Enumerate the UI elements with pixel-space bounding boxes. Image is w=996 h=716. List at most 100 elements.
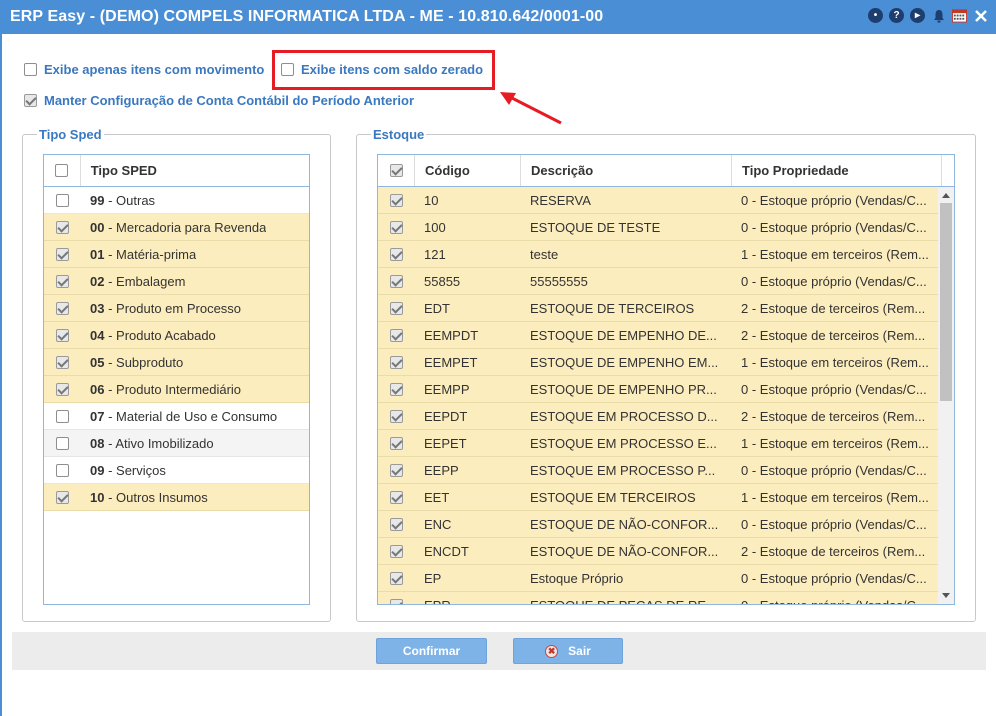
row-checkbox[interactable] [55, 463, 69, 477]
close-icon[interactable] [973, 8, 988, 23]
row-checkbox[interactable] [389, 544, 403, 558]
row-checkbox[interactable] [55, 193, 69, 207]
option-manter-config[interactable]: Manter Configuração de Conta Contábil do… [24, 93, 414, 108]
tipo-separator: - [104, 462, 117, 478]
estoque-row[interactable]: 10 RESERVA 0 - Estoque próprio (Vendas/C..… [378, 187, 954, 214]
row-checkbox[interactable] [55, 328, 69, 342]
row-checkbox[interactable] [389, 598, 403, 604]
row-checkbox[interactable] [55, 382, 69, 396]
option-movimento[interactable]: Exibe apenas itens com movimento [24, 62, 264, 77]
row-checkbox[interactable] [389, 328, 403, 342]
cell-codigo: 100 [424, 219, 446, 235]
tipo-sped-row[interactable]: 04 - Produto Acabado [44, 322, 309, 349]
row-checkbox[interactable] [389, 220, 403, 234]
tipo-sped-row[interactable]: 99 - Outras [44, 187, 309, 214]
row-checkbox[interactable] [389, 193, 403, 207]
estoque-scrollbar[interactable] [938, 187, 954, 604]
movimento-checkbox[interactable] [24, 63, 37, 76]
movimento-label: Exibe apenas itens com movimento [44, 62, 265, 77]
estoque-row[interactable]: 100 ESTOQUE DE TESTE 0 - Estoque próprio (… [378, 214, 954, 241]
row-checkbox[interactable] [55, 220, 69, 234]
row-checkbox[interactable] [55, 355, 69, 369]
tipo-sped-row[interactable]: 07 - Material de Uso e Consumo [44, 403, 309, 430]
row-checkbox[interactable] [389, 490, 403, 504]
estoque-row[interactable]: ENC ESTOQUE DE NÃO-CONFOR... 0 - Estoque p… [378, 511, 954, 538]
estoque-row[interactable]: EEPET ESTOQUE EM PROCESSO E... 1 - Estoque… [378, 430, 954, 457]
row-checkbox[interactable] [55, 409, 69, 423]
estoque-row[interactable]: EPR ESTOQUE DE PEÇAS DE RE... 0 - Estoque … [378, 592, 954, 605]
cell-tipo: 1 - Estoque em terceiros (Rem... [741, 489, 929, 505]
tipo-name: Outros Insumos [116, 489, 208, 505]
tipo-sped-row[interactable]: 01 - Matéria-prima [44, 241, 309, 268]
row-checkbox[interactable] [389, 409, 403, 423]
cell-tipo: 2 - Estoque de terceiros (Rem... [741, 408, 926, 424]
header-codigo[interactable]: Código [414, 155, 520, 186]
cell-tipo: 0 - Estoque próprio (Vendas/C... [741, 273, 927, 289]
header-descricao[interactable]: Descrição [520, 155, 731, 186]
estoque-row[interactable]: EET ESTOQUE EM TERCEIROS 1 - Estoque em te… [378, 484, 954, 511]
tipo-sped-header: Tipo SPED [44, 155, 309, 187]
chat-icon[interactable]: • [868, 8, 883, 23]
tipo-sped-row[interactable]: 10 - Outros Insumos [44, 484, 309, 511]
estoque-select-all-checkbox[interactable] [389, 164, 403, 177]
row-checkbox[interactable] [389, 301, 403, 315]
cell-codigo: EEMPDT [424, 327, 479, 343]
row-checkbox[interactable] [389, 463, 403, 477]
row-checkbox[interactable] [55, 301, 69, 315]
play-icon[interactable]: ▸ [910, 8, 925, 23]
tipo-sped-header-label[interactable]: Tipo SPED [79, 155, 309, 186]
tipo-sped-row[interactable]: 03 - Produto em Processo [44, 295, 309, 322]
tipo-sped-select-all-checkbox[interactable] [55, 164, 69, 177]
estoque-row[interactable]: EEMPDT ESTOQUE DE EMPENHO DE... 2 - Estoqu… [378, 322, 954, 349]
cell-codigo: ENC [424, 516, 452, 532]
confirmar-label: Confirmar [402, 644, 461, 658]
tipo-code: 04 [90, 327, 105, 343]
estoque-row[interactable]: EEPDT ESTOQUE EM PROCESSO D... 2 - Estoque… [378, 403, 954, 430]
scroll-thumb[interactable] [940, 203, 952, 401]
row-checkbox[interactable] [55, 274, 69, 288]
estoque-row[interactable]: EDT ESTOQUE DE TERCEIROS 2 - Estoque de te… [378, 295, 954, 322]
row-checkbox[interactable] [55, 490, 69, 504]
tipo-sped-row[interactable]: 02 - Embalagem [44, 268, 309, 295]
row-checkbox[interactable] [55, 247, 69, 261]
tipo-code: 01 [90, 246, 105, 262]
row-checkbox[interactable] [389, 355, 403, 369]
row-checkbox[interactable] [55, 436, 69, 450]
row-checkbox[interactable] [389, 436, 403, 450]
estoque-header: Código Descrição Tipo Propriedade [378, 155, 954, 187]
row-checkbox[interactable] [389, 247, 403, 261]
help-icon[interactable]: ? [889, 8, 904, 23]
estoque-row[interactable]: EEMPP ESTOQUE DE EMPENHO PR... 0 - Estoque… [378, 376, 954, 403]
estoque-row[interactable]: 121 teste 1 - Estoque em terceiros (Rem... [378, 241, 954, 268]
estoque-row[interactable]: 55855 55555555 0 - Estoque próprio (Vendas… [378, 268, 954, 295]
tipo-sped-row[interactable]: 05 - Subproduto [44, 349, 309, 376]
header-tipo-propriedade[interactable]: Tipo Propriedade [731, 155, 942, 186]
tipo-sped-row[interactable]: 08 - Ativo Imobilizado [44, 430, 309, 457]
manter-config-checkbox[interactable] [24, 94, 37, 107]
row-checkbox[interactable] [389, 274, 403, 288]
estoque-row[interactable]: ENCDT ESTOQUE DE NÃO-CONFOR... 2 - Estoque… [378, 538, 954, 565]
row-checkbox[interactable] [389, 382, 403, 396]
arrow-annotation [500, 92, 562, 125]
cell-descricao: ESTOQUE DE EMPENHO PR... [530, 381, 717, 397]
scroll-down-icon[interactable] [942, 593, 950, 598]
tipo-name: Material de Uso e Consumo [116, 408, 278, 424]
bell-icon[interactable] [931, 8, 946, 23]
scroll-up-icon[interactable] [942, 193, 950, 198]
confirmar-button[interactable]: Confirmar [376, 638, 487, 664]
tipo-sped-row[interactable]: 09 - Serviços [44, 457, 309, 484]
cell-codigo: ENCDT [424, 543, 469, 559]
tipo-sped-row[interactable]: 00 - Mercadoria para Revenda [44, 214, 309, 241]
tipo-sped-row[interactable]: 06 - Produto Intermediário [44, 376, 309, 403]
tipo-separator: - [104, 219, 117, 235]
row-checkbox[interactable] [389, 571, 403, 585]
row-checkbox[interactable] [389, 517, 403, 531]
cell-tipo: 0 - Estoque próprio (Vendas/C... [741, 597, 927, 605]
calendar-icon[interactable] [952, 8, 967, 23]
estoque-row[interactable]: EEPP ESTOQUE EM PROCESSO P... 0 - Estoque … [378, 457, 954, 484]
tipo-separator: - [104, 381, 117, 397]
sair-button[interactable]: ✖ Sair [513, 638, 623, 664]
estoque-row[interactable]: EEMPET ESTOQUE DE EMPENHO EM... 1 - Estoqu… [378, 349, 954, 376]
tipo-code: 00 [90, 219, 105, 235]
estoque-row[interactable]: EP Estoque Próprio 0 - Estoque próprio (Ve… [378, 565, 954, 592]
